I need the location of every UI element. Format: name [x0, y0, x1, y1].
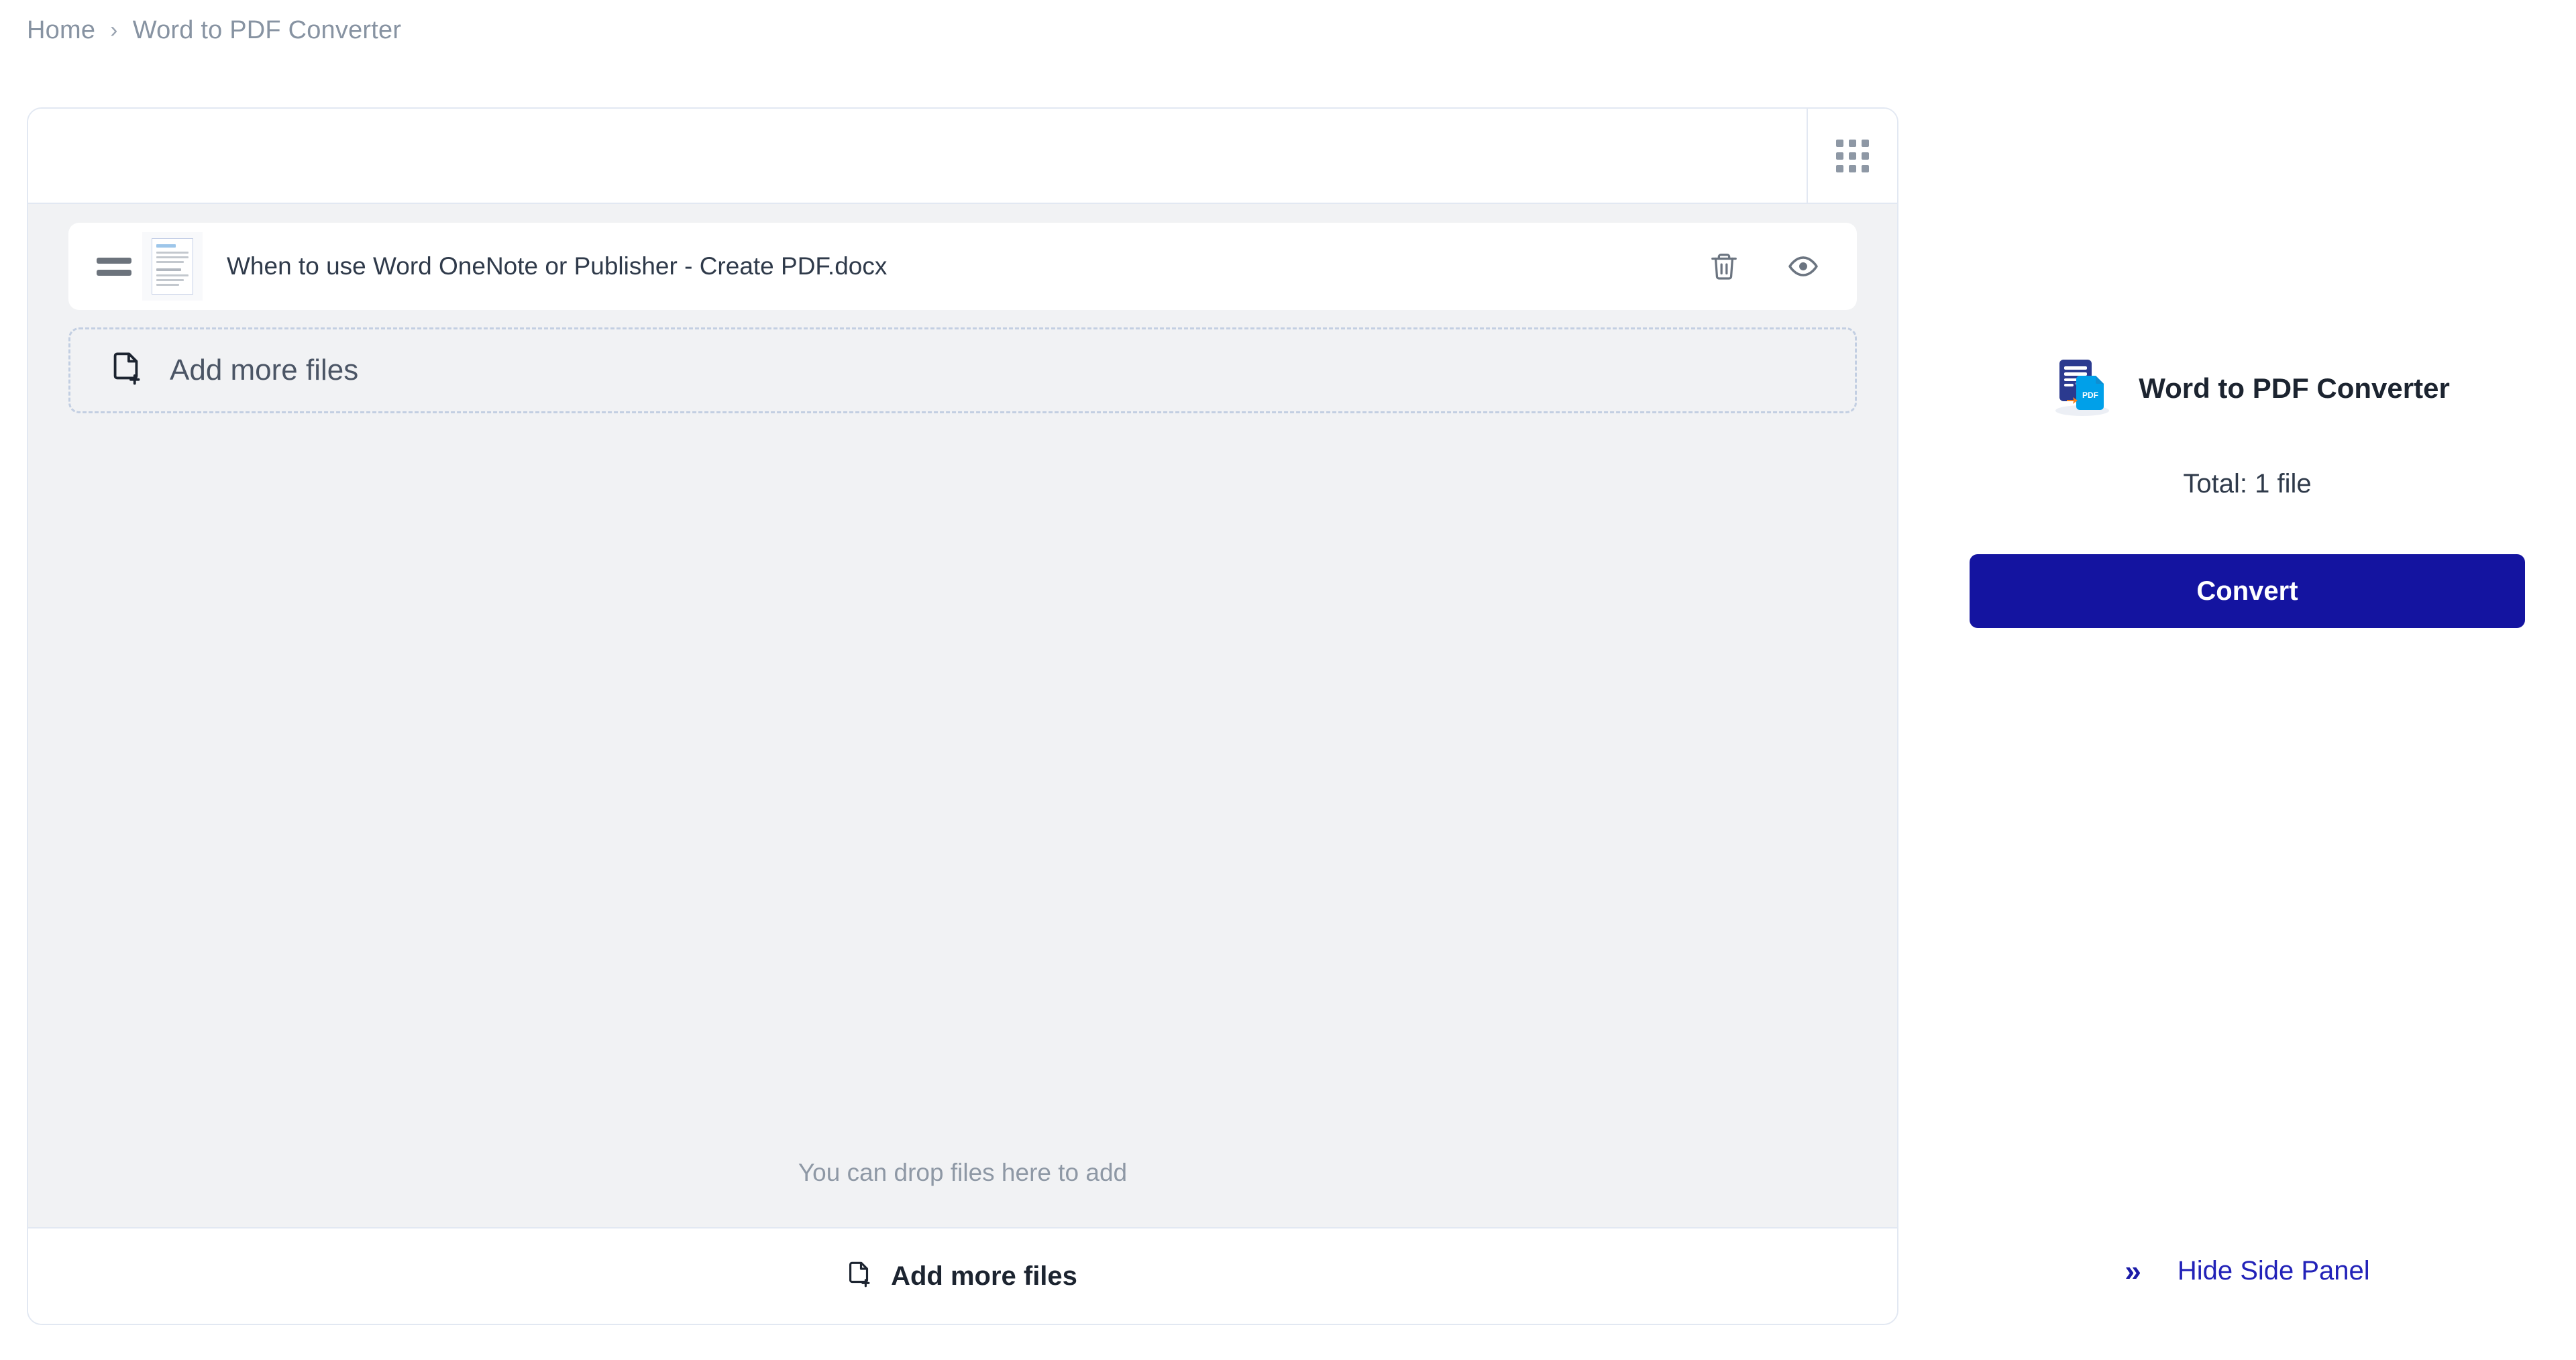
convert-button[interactable]: Convert: [1970, 554, 2525, 628]
svg-text:PDF: PDF: [2082, 390, 2098, 400]
grid-view-button[interactable]: [1807, 109, 1897, 203]
breadcrumb-current-page: Word to PDF Converter: [132, 16, 402, 44]
word-to-pdf-icon: W PDF: [2045, 349, 2120, 427]
file-name-label: When to use Word OneNote or Publisher - …: [227, 252, 888, 280]
document-thumbnail: [142, 232, 203, 301]
row-actions: [1705, 248, 1834, 285]
drag-handle-icon[interactable]: [86, 257, 142, 276]
footer-add-more-files-label: Add more files: [891, 1261, 1077, 1291]
footer-add-more-files-button[interactable]: Add more files: [28, 1228, 1897, 1324]
breadcrumb-home-link[interactable]: Home: [27, 16, 95, 45]
side-panel-header: W PDF Word to PDF Converter: [1945, 349, 2549, 427]
chevron-double-right-icon: »: [2125, 1254, 2141, 1288]
file-plus-icon: [848, 1260, 872, 1293]
trash-icon[interactable]: [1705, 248, 1743, 285]
side-panel: W PDF Word to PDF Converter Total: 1 fil…: [1945, 107, 2549, 1325]
eye-icon[interactable]: [1784, 248, 1822, 285]
drop-files-hint: You can drop files here to add: [798, 1159, 1128, 1186]
side-panel-title: Word to PDF Converter: [2139, 372, 2450, 404]
hide-side-panel-label: Hide Side Panel: [2177, 1256, 2370, 1286]
file-manager-card: When to use Word OneNote or Publisher - …: [27, 107, 1898, 1325]
table-row[interactable]: When to use Word OneNote or Publisher - …: [68, 223, 1857, 310]
add-more-files-label: Add more files: [170, 354, 359, 386]
breadcrumb-separator-icon: ›: [110, 17, 118, 43]
breadcrumb: Home › Word to PDF Converter: [27, 16, 401, 45]
hide-side-panel-button[interactable]: » Hide Side Panel: [1945, 1256, 2549, 1286]
add-more-files-dropzone[interactable]: Add more files: [68, 327, 1857, 413]
card-toolbar: [28, 109, 1897, 204]
grid-3x3-icon: [1836, 139, 1869, 172]
file-plus-icon: [112, 350, 143, 391]
total-files-label: Total: 1 file: [2183, 469, 2312, 499]
file-list-area: When to use Word OneNote or Publisher - …: [28, 204, 1897, 1228]
